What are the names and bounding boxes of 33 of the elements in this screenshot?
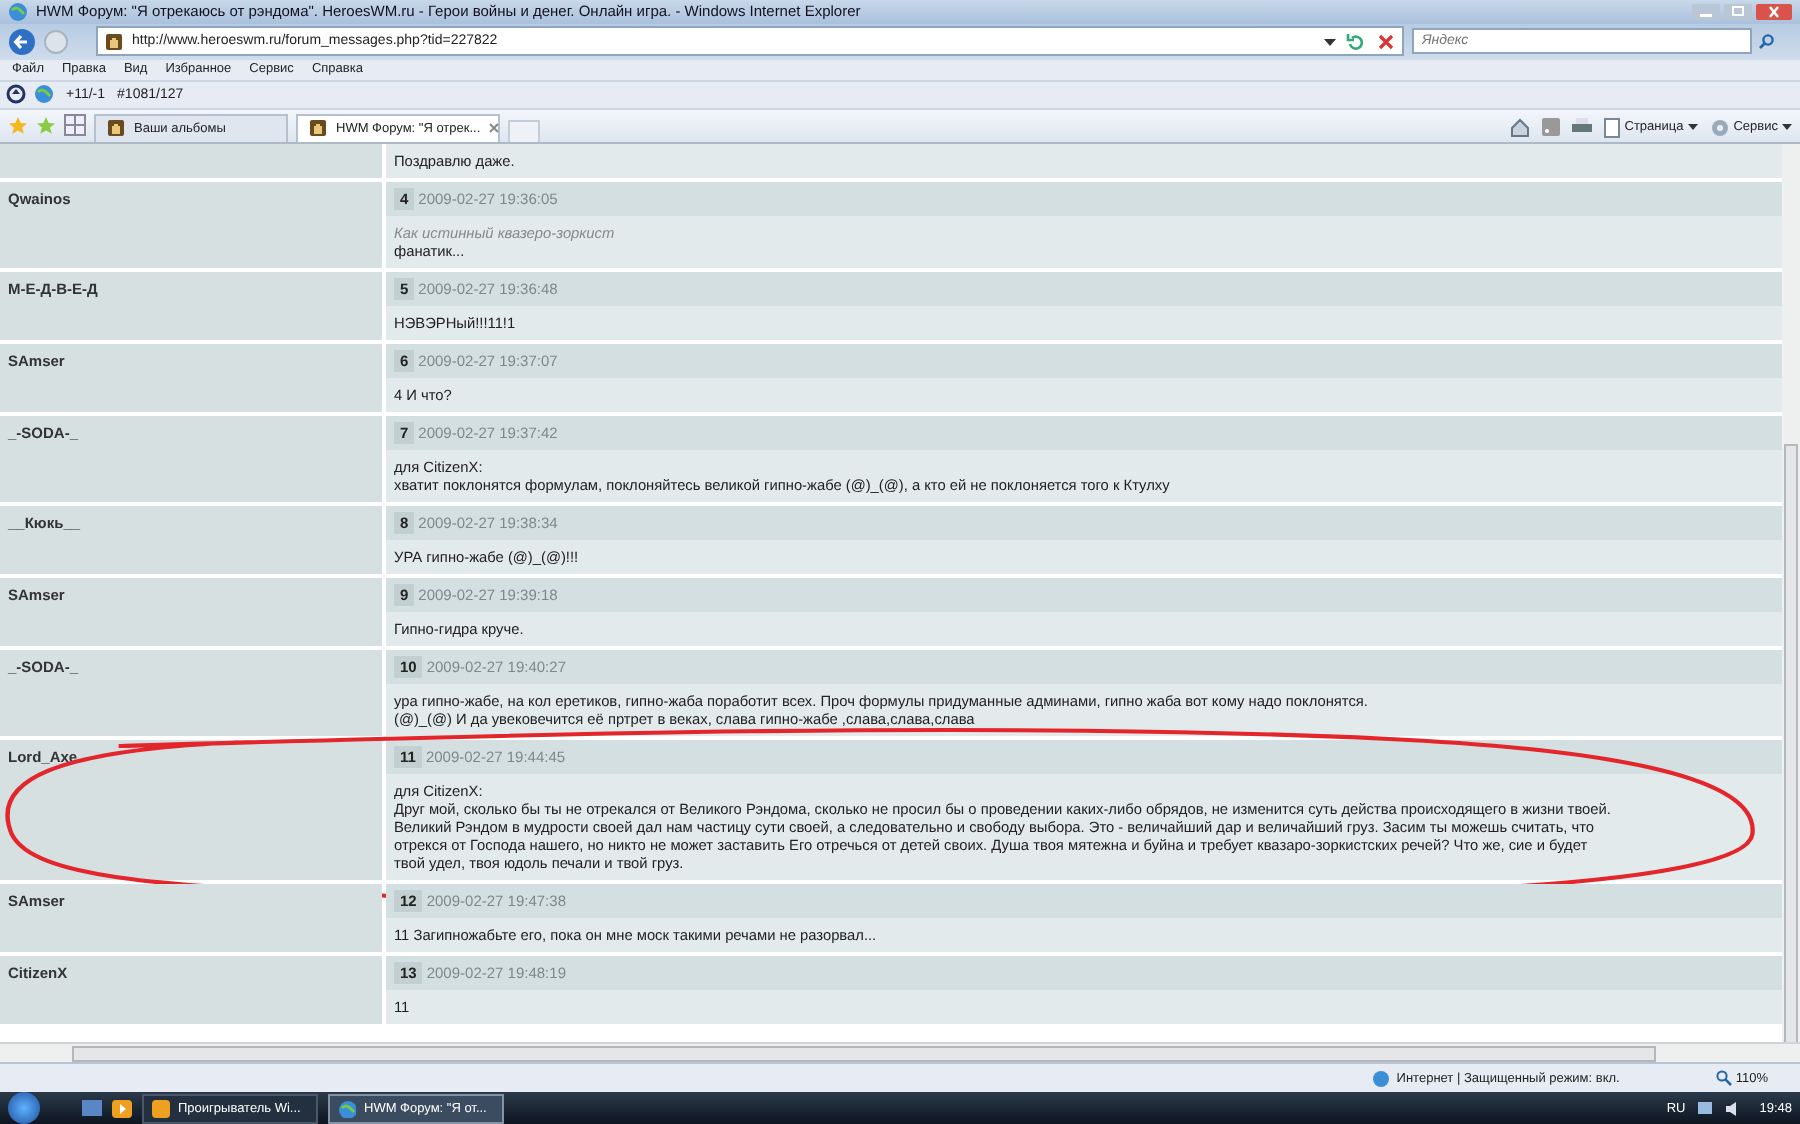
vertical-scrollbar[interactable]	[1782, 143, 1800, 1043]
media-player-icon[interactable]	[112, 1099, 132, 1117]
close-button[interactable]	[1756, 3, 1792, 20]
globe-icon[interactable]	[34, 84, 54, 105]
printer-icon[interactable]	[1572, 118, 1593, 137]
scroll-thumb[interactable]	[1784, 443, 1798, 1043]
site-icon	[308, 118, 328, 139]
quick-tabs-icon[interactable]	[64, 113, 86, 136]
browser-icon	[338, 1099, 356, 1117]
refresh-icon[interactable]	[1346, 31, 1366, 52]
gear-icon	[1709, 117, 1730, 138]
magnifier-icon	[1715, 1070, 1732, 1087]
search-icon[interactable]	[1758, 33, 1774, 50]
home-icon[interactable]	[1510, 117, 1531, 138]
scroll-thumb[interactable]	[72, 1046, 1656, 1063]
volume-icon[interactable]	[1723, 1099, 1742, 1117]
site-icon	[106, 118, 126, 139]
dropdown-arrow-icon[interactable]	[1324, 35, 1336, 48]
dropdown-arrow-icon	[1782, 122, 1792, 133]
show-desktop-icon[interactable]	[82, 1099, 102, 1117]
feed-icon[interactable]	[1542, 118, 1561, 137]
page-icon	[1604, 117, 1621, 138]
browser-icon	[8, 1, 28, 22]
stop-icon[interactable]	[1376, 31, 1396, 52]
site-icon	[104, 31, 124, 52]
favorites-star-icon[interactable]	[8, 115, 28, 136]
horizontal-scrollbar[interactable]	[0, 1042, 1800, 1063]
dropdown-arrow-icon	[1687, 122, 1698, 133]
media-player-icon	[152, 1099, 170, 1117]
globe-icon	[1372, 1069, 1391, 1088]
start-button[interactable]	[8, 1092, 40, 1124]
close-tab-icon[interactable]	[488, 122, 501, 135]
back-button[interactable]	[8, 27, 36, 56]
